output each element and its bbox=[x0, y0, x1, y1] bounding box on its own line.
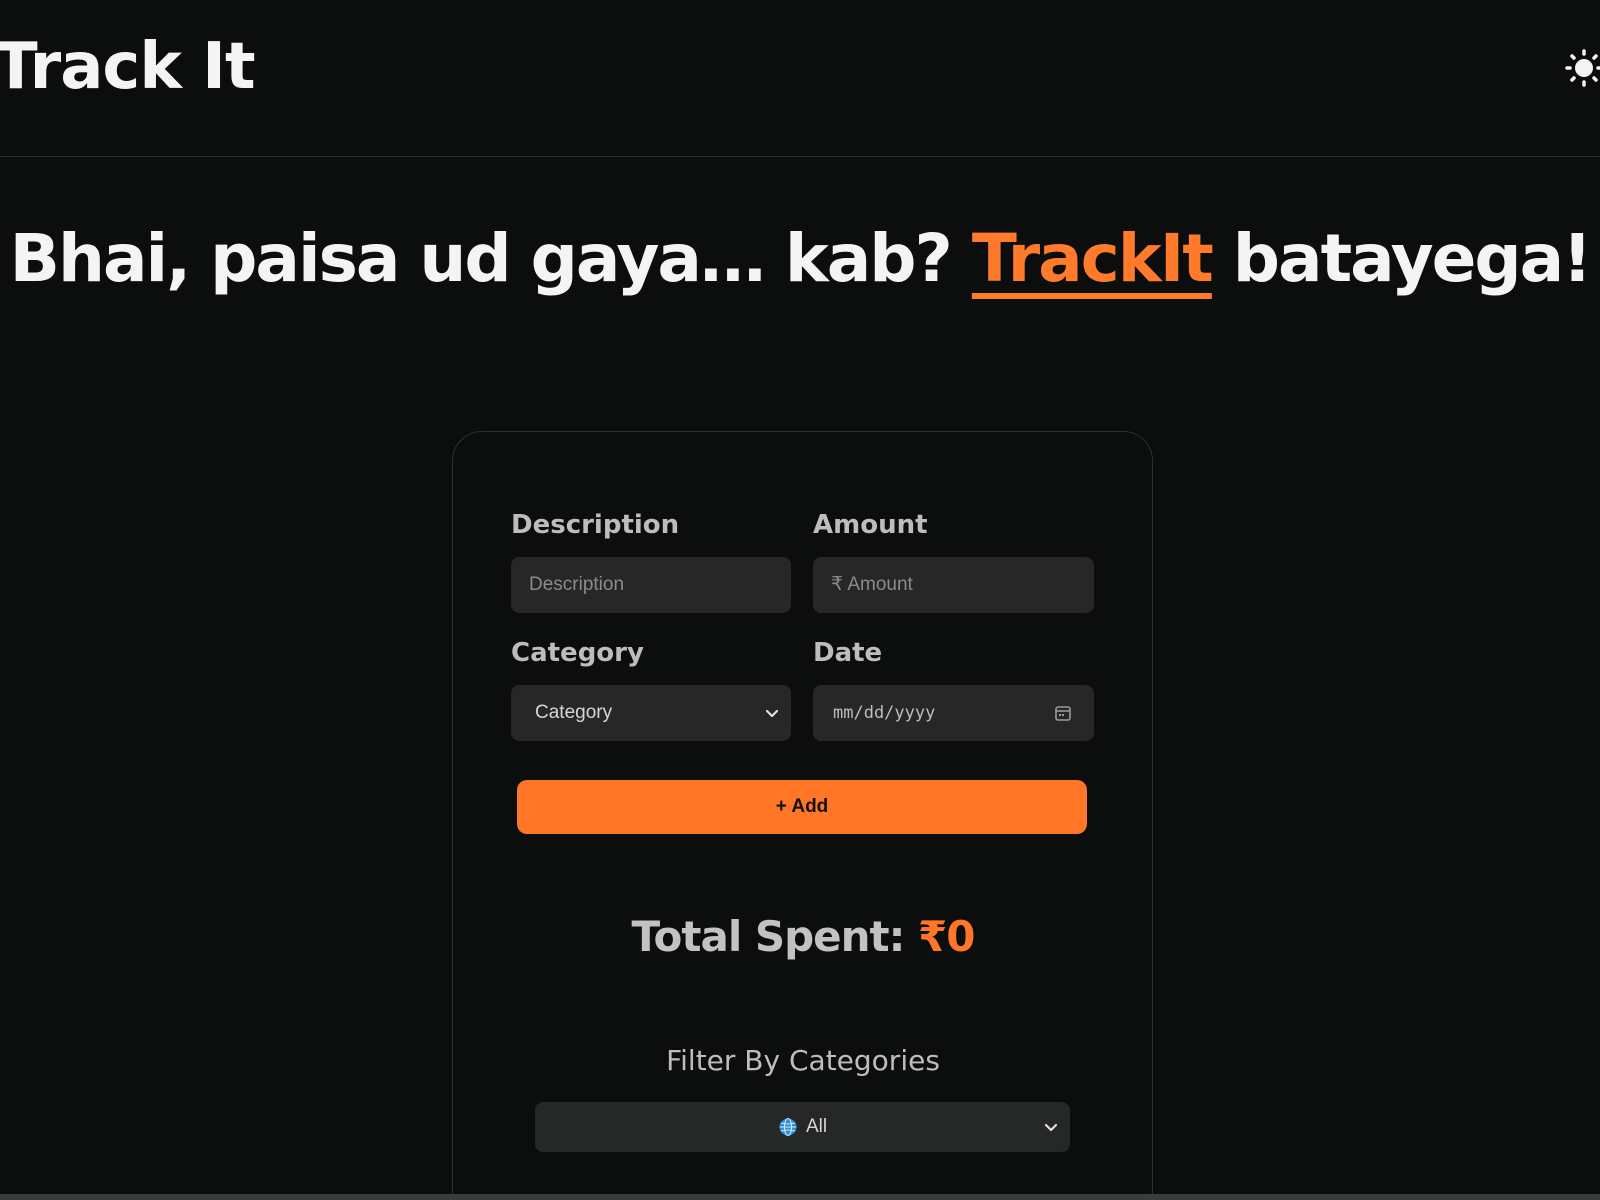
filter-selected-value: All bbox=[805, 1116, 828, 1137]
theme-toggle-button[interactable] bbox=[1564, 48, 1600, 88]
app-root: Track It Bhai, paisa ud gaya… kab? Track… bbox=[0, 0, 1600, 1200]
date-label: Date bbox=[813, 638, 883, 668]
brand-title: Track It bbox=[0, 30, 256, 104]
hero-text-before: Bhai, paisa ud gaya… kab? bbox=[9, 220, 953, 297]
chevron-down-icon bbox=[1044, 1123, 1058, 1132]
sun-icon bbox=[1565, 49, 1600, 87]
add-expense-button[interactable]: + Add bbox=[517, 780, 1087, 834]
total-spent: Total Spent: ₹0 bbox=[453, 912, 1153, 961]
description-label: Description bbox=[511, 510, 680, 540]
hero-brand-accent: TrackIt bbox=[971, 220, 1214, 297]
total-spent-value: ₹0 bbox=[918, 912, 975, 961]
hero-text-after: batayega! bbox=[1232, 220, 1593, 297]
calendar-icon[interactable] bbox=[1054, 704, 1072, 722]
filter-title: Filter By Categories bbox=[666, 1044, 940, 1077]
category-select-value: Category bbox=[535, 702, 613, 723]
hero-headline: Bhai, paisa ud gaya… kab? TrackIt bataye… bbox=[0, 220, 1600, 297]
globe-icon bbox=[779, 1117, 797, 1137]
description-input[interactable] bbox=[511, 557, 791, 613]
top-header: Track It bbox=[0, 0, 1600, 157]
filter-category-select[interactable]: All bbox=[535, 1102, 1070, 1152]
bottom-divider bbox=[0, 1194, 1600, 1200]
date-placeholder: mm/dd/yyyy bbox=[833, 703, 936, 723]
chevron-down-icon bbox=[765, 709, 779, 718]
expense-card: Description Amount Category Category Dat… bbox=[452, 431, 1153, 1200]
date-input[interactable]: mm/dd/yyyy bbox=[813, 685, 1094, 741]
amount-label: Amount bbox=[813, 510, 928, 540]
category-label: Category bbox=[511, 638, 644, 668]
amount-input[interactable] bbox=[813, 557, 1094, 613]
category-select[interactable]: Category bbox=[511, 685, 791, 741]
total-spent-label: Total Spent: bbox=[631, 912, 905, 961]
